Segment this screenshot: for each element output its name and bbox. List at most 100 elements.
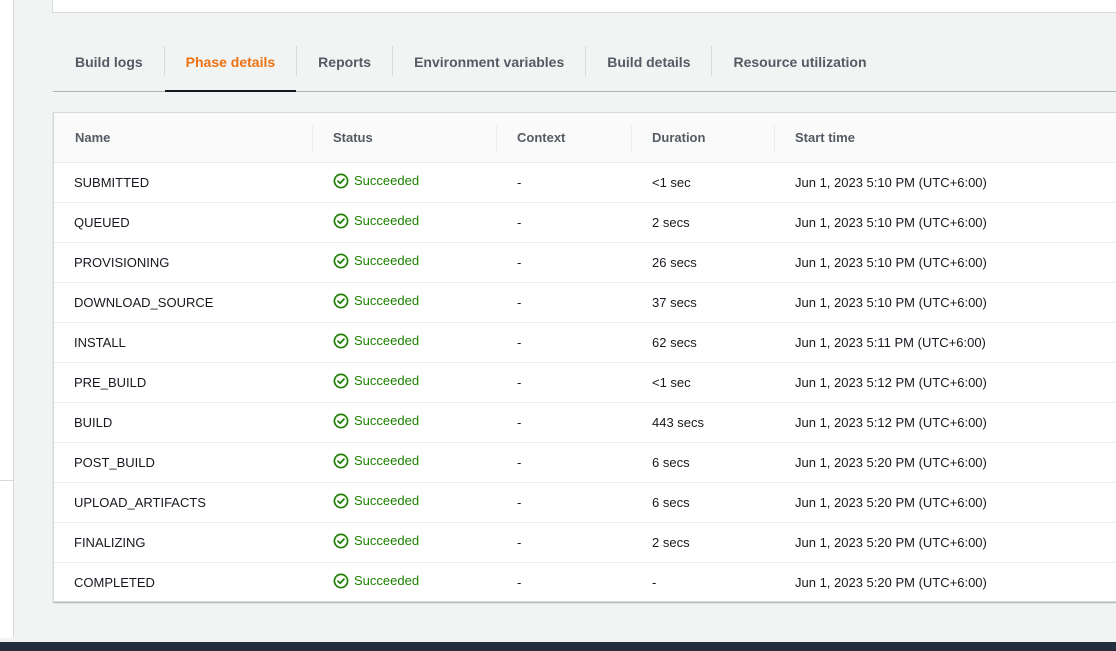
phase-name: INSTALL — [54, 322, 312, 363]
check-circle-icon — [333, 413, 354, 429]
phase-start-time: Jun 1, 2023 5:12 PM (UTC+6:00) — [774, 362, 1116, 403]
phase-start-time: Jun 1, 2023 5:11 PM (UTC+6:00) — [774, 322, 1116, 363]
phase-duration: 37 secs — [631, 282, 774, 323]
phase-status: Succeeded — [312, 442, 496, 483]
check-circle-icon — [333, 573, 354, 589]
tab-bar: Build logs Phase details Reports Environ… — [53, 32, 1116, 92]
status-indicator: Succeeded — [333, 173, 419, 189]
status-indicator: Succeeded — [333, 213, 419, 229]
phase-duration: 26 secs — [631, 242, 774, 283]
phase-context: - — [517, 574, 522, 590]
left-side-panel — [0, 0, 14, 638]
phase-context: - — [496, 202, 631, 243]
status-indicator: Succeeded — [333, 293, 419, 309]
phase-status: Succeeded — [312, 362, 496, 403]
phase-context: - — [496, 322, 631, 363]
phase-start-time: Jun 1, 2023 5:20 PM (UTC+6:00) — [774, 522, 1116, 563]
phase-context: - — [496, 522, 631, 563]
table-row: PRE_BUILD Succeeded - <1 sec Jun 1, 2023 5:1… — [54, 362, 1116, 403]
status-indicator: Succeeded — [333, 533, 419, 549]
check-circle-icon — [333, 453, 354, 469]
table-row: UPLOAD_ARTIFACTS Succeeded -6 secs Jun 1, 2… — [54, 482, 1116, 523]
tab-environment-variables[interactable]: Environment variables — [393, 32, 585, 91]
status-label: Succeeded — [354, 413, 420, 428]
status-label: Succeeded — [354, 533, 420, 548]
phase-name: DOWNLOAD_SOURCE — [54, 282, 312, 323]
tab-build-details[interactable]: Build details — [586, 32, 711, 91]
status-label: Succeeded — [354, 213, 420, 228]
phase-name: UPLOAD_ARTIFACTS — [54, 482, 312, 523]
phase-start-time: Jun 1, 2023 5:10 PM (UTC+6:00) — [774, 282, 1116, 323]
phase-duration: <1 sec — [631, 162, 774, 203]
tab-phase-details[interactable]: Phase details — [164, 32, 297, 92]
phase-start-time: Jun 1, 2023 5:12 PM (UTC+6:00) — [774, 402, 1116, 443]
status-indicator: Succeeded — [333, 493, 419, 509]
status-label: Succeeded — [354, 493, 420, 508]
phase-context: - — [496, 242, 631, 283]
codebuild-page: Build logs Phase details Reports Environ… — [0, 0, 1116, 651]
console-footer — [0, 642, 1116, 651]
check-circle-icon — [333, 293, 354, 309]
table-row: DOWNLOAD_SOURCE Succeeded -37 secs Jun 1, 2… — [54, 282, 1116, 323]
status-label: Succeeded — [354, 173, 420, 188]
phase-status: Succeeded — [312, 402, 496, 443]
check-circle-icon — [333, 173, 354, 189]
table-row: COMPLETED Succeeded - - Jun 1, 2023 5:20 PM … — [54, 562, 1116, 602]
check-circle-icon — [333, 253, 354, 269]
phase-context: - — [496, 362, 631, 403]
tab-build-logs[interactable]: Build logs — [53, 32, 164, 91]
phase-duration: 62 secs — [631, 322, 774, 363]
table-header-row: Name Status Context Duration Start time — [54, 113, 1116, 163]
column-header-name[interactable]: Name — [54, 113, 312, 163]
phase-start-time: Jun 1, 2023 5:20 PM (UTC+6:00) — [774, 482, 1116, 523]
table-row: FINALIZING Succeeded -2 secs Jun 1, 2023 5:… — [54, 522, 1116, 563]
phase-status: Succeeded — [312, 322, 496, 363]
table-row: POST_BUILD Succeeded -6 secs Jun 1, 2023 5:… — [54, 442, 1116, 483]
phase-context: - — [496, 162, 631, 203]
phase-status: Succeeded — [312, 202, 496, 243]
table-row: INSTALL Succeeded -62 secs Jun 1, 2023 5:11… — [54, 322, 1116, 363]
check-circle-icon — [333, 333, 354, 349]
phase-name: POST_BUILD — [54, 442, 312, 483]
status-indicator: Succeeded — [333, 573, 419, 589]
phase-status: Succeeded — [312, 562, 496, 602]
phase-start-time: Jun 1, 2023 5:10 PM (UTC+6:00) — [774, 202, 1116, 243]
phase-status: Succeeded — [312, 522, 496, 563]
column-header-duration[interactable]: Duration — [631, 113, 774, 163]
table-row: QUEUED Succeeded -2 secs Jun 1, 2023 5:10 P… — [54, 202, 1116, 243]
status-indicator: Succeeded — [333, 333, 419, 349]
status-label: Succeeded — [354, 373, 420, 388]
column-header-status[interactable]: Status — [312, 113, 496, 163]
status-indicator: Succeeded — [333, 453, 419, 469]
phase-details-table: Name Status Context Duration Start time … — [54, 113, 1116, 602]
check-circle-icon — [333, 533, 354, 549]
status-label: Succeeded — [354, 253, 420, 268]
phase-name: PRE_BUILD — [54, 362, 312, 403]
phase-status: Succeeded — [312, 242, 496, 283]
top-card-edge — [52, 0, 1116, 13]
phase-start-time: Jun 1, 2023 5:20 PM (UTC+6:00) — [774, 442, 1116, 483]
phase-name: BUILD — [54, 402, 312, 443]
phase-start-time: Jun 1, 2023 5:20 PM (UTC+6:00) — [795, 574, 987, 590]
side-panel-divider — [0, 480, 13, 481]
phase-name: QUEUED — [54, 202, 312, 243]
phase-start-time: Jun 1, 2023 5:10 PM (UTC+6:00) — [774, 162, 1116, 203]
phase-context: - — [496, 402, 631, 443]
tab-reports[interactable]: Reports — [297, 32, 392, 91]
phase-name: SUBMITTED — [54, 162, 312, 203]
tab-resource-utilization[interactable]: Resource utilization — [712, 32, 887, 91]
phase-duration: 443 secs — [631, 402, 774, 443]
table-row: BUILD Succeeded -443 secs Jun 1, 2023 5:12 … — [54, 402, 1116, 443]
status-label: Succeeded — [354, 453, 420, 468]
phase-duration: 2 secs — [631, 522, 774, 563]
check-circle-icon — [333, 373, 354, 389]
status-label: Succeeded — [354, 333, 420, 348]
table-row: PROVISIONING Succeeded -26 secs Jun 1, 2023… — [54, 242, 1116, 283]
column-header-context[interactable]: Context — [496, 113, 631, 163]
status-label: Succeeded — [354, 293, 420, 308]
status-label: Succeeded — [354, 573, 420, 589]
column-header-start-time[interactable]: Start time — [774, 113, 1116, 163]
phase-context: - — [496, 282, 631, 323]
check-circle-icon — [333, 493, 354, 509]
phase-context: - — [496, 442, 631, 483]
